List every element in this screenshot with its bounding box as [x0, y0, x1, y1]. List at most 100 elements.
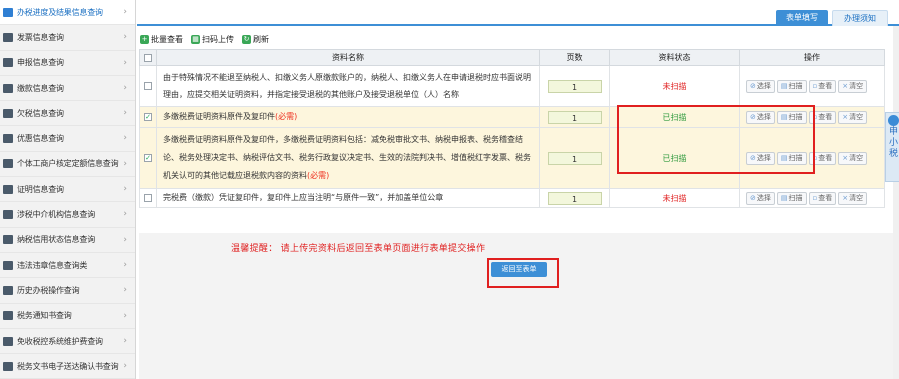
back-button-highlight-box	[487, 258, 559, 288]
chevron-right-icon: ›	[123, 234, 127, 245]
sidebar-item-business-query[interactable]: 个体工商户核定定额信息查询 ›	[0, 152, 135, 178]
sidebar-item-declare-query[interactable]: 申报信息查询 ›	[0, 51, 135, 76]
view-label: 查看	[818, 153, 833, 162]
chevron-right-icon: ›	[123, 57, 127, 68]
view-button[interactable]: ▫查看	[808, 79, 837, 93]
scan-button[interactable]: ▤扫描	[776, 191, 807, 205]
scan-upload-button[interactable]: ▦ 扫码上传	[191, 34, 234, 45]
chevron-right-icon: ›	[123, 209, 127, 220]
row-actions: ⊘选择 ▤扫描 ▫查看 ×清空	[739, 188, 885, 208]
scanner-icon: ▤	[780, 81, 788, 90]
declare-icon	[3, 58, 13, 68]
material-name: 完税费（缴款）凭证复印件，复印件上应当注明“与原件一致”，并加盖单位公章	[163, 193, 444, 202]
chevron-right-icon: ›	[123, 82, 127, 93]
discount-icon	[3, 134, 13, 144]
view-label: 查看	[818, 81, 833, 90]
maintenance-icon	[3, 336, 13, 346]
refresh-button[interactable]: ↻ 刷新	[242, 34, 269, 45]
paperclip-icon: ⊘	[750, 81, 756, 90]
chevron-right-icon: ›	[123, 285, 127, 296]
batch-view-button[interactable]: + 批量查看	[140, 34, 183, 45]
plus-icon: +	[140, 34, 149, 44]
arrears-icon	[3, 108, 13, 118]
chevron-right-icon: ›	[123, 32, 127, 43]
sidebar-item-discount-query[interactable]: 优惠信息查询 ›	[0, 126, 135, 152]
sidebar-item-arrears-query[interactable]: 欠税信息查询 ›	[0, 101, 135, 127]
pages-field[interactable]: 1	[547, 79, 602, 93]
table-row: 由于特殊情况不能退至纳税人、扣缴义务人原缴款账户的，纳税人、扣缴义务人在申请退税…	[139, 65, 885, 107]
sidebar-item-label: 申报信息查询	[17, 58, 64, 68]
clear-button[interactable]: ×清空	[838, 79, 868, 93]
certificate-icon	[3, 184, 13, 194]
row-checkbox[interactable]	[144, 194, 152, 202]
view-button[interactable]: ▫查看	[808, 191, 837, 205]
scan-upload-label: 扫码上传	[202, 34, 234, 44]
scan-label: 扫描	[788, 193, 803, 202]
notice-icon	[3, 311, 13, 321]
row-checkbox[interactable]	[144, 82, 152, 90]
sidebar-item-label: 税务通知书查询	[17, 311, 72, 321]
row-actions: ⊘选择 ▤扫描 ▫查看 ×清空	[739, 65, 885, 107]
select-button[interactable]: ⊘选择	[746, 191, 775, 205]
sidebar-item-label: 税务文书电子送达确认书查询	[17, 361, 119, 371]
sidebar-item-label: 欠税信息查询	[17, 108, 64, 118]
scan-button[interactable]: ▤扫描	[776, 79, 807, 93]
qrcode-icon: ▦	[191, 34, 200, 44]
sidebar-item-label: 办税进度及结果信息查询	[17, 7, 103, 17]
select-button[interactable]: ⊘选择	[746, 79, 775, 93]
table-row: 完税费（缴款）凭证复印件，复印件上应当注明“与原件一致”，并加盖单位公章 1 未…	[139, 188, 885, 208]
tab-instructions[interactable]: 办理须知	[832, 10, 888, 26]
tab-form-fill[interactable]: 表单填写	[776, 10, 828, 26]
clear-button[interactable]: ×清空	[838, 191, 868, 205]
credit-icon	[3, 235, 13, 245]
sidebar-item-document-query[interactable]: 税务文书电子送达确认书查询 ›	[0, 354, 135, 379]
sidebar-item-progress-query[interactable]: 办税进度及结果信息查询 ›	[0, 0, 135, 26]
status-highlight-box	[617, 105, 815, 174]
material-name: 多缴税费证明资料原件及复印件，多缴税费证明资料包括：减免税审批文书、纳税申报表、…	[163, 135, 531, 180]
select-all-checkbox[interactable]	[144, 53, 152, 62]
progress-icon	[3, 7, 13, 17]
chevron-right-icon: ›	[123, 108, 127, 119]
paperclip-icon: ⊘	[750, 193, 756, 202]
document-icon	[3, 361, 13, 371]
sidebar-item-history-query[interactable]: 历史办税操作查询 ›	[0, 278, 135, 304]
payment-icon	[3, 83, 13, 93]
required-tag: (必需)	[307, 171, 330, 180]
assistant-avatar-icon	[888, 115, 899, 126]
sidebar-item-label: 优惠信息查询	[17, 134, 64, 144]
chevron-right-icon: ›	[123, 335, 127, 346]
sidebar-item-agency-query[interactable]: 涉税中介机构信息查询 ›	[0, 202, 135, 228]
sidebar-item-notice-query[interactable]: 税务通知书查询 ›	[0, 304, 135, 329]
assistant-label: 申小税	[888, 127, 898, 159]
sidebar-item-certificate-query[interactable]: 证明信息查询 ›	[0, 177, 135, 203]
pages-field[interactable]: 1	[547, 110, 602, 124]
row-checkbox[interactable]: ✓	[144, 113, 152, 121]
sidebar-item-invoice-query[interactable]: 发票信息查询 ›	[0, 25, 135, 51]
history-icon	[3, 285, 13, 295]
agency-icon	[3, 210, 13, 220]
refresh-icon: ↻	[242, 34, 251, 44]
chevron-right-icon: ›	[123, 184, 127, 195]
sidebar-item-payment-query[interactable]: 缴款信息查询 ›	[0, 76, 135, 102]
pages-field[interactable]: 1	[547, 191, 602, 205]
header-status: 资料状态	[609, 49, 740, 66]
tab-bar: 表单填写 办理须知	[137, 0, 899, 26]
status-text: 未扫描	[662, 193, 687, 203]
content-footer-area	[139, 233, 899, 379]
assistant-helper[interactable]: 申小税	[885, 112, 899, 182]
view-label: 查看	[818, 193, 833, 202]
sidebar-item-credit-query[interactable]: 纳税信用状态信息查询 ›	[0, 228, 135, 253]
pages-field[interactable]: 1	[547, 151, 602, 165]
row-checkbox[interactable]: ✓	[144, 154, 152, 162]
scrollbar[interactable]	[893, 26, 899, 379]
clear-button[interactable]: ×清空	[838, 110, 868, 124]
chevron-right-icon: ›	[123, 310, 127, 321]
batch-view-label: 批量查看	[151, 34, 183, 44]
sidebar-item-label: 证明信息查询	[17, 184, 64, 194]
sidebar-item-label: 发票信息查询	[17, 32, 64, 42]
clear-button[interactable]: ×清空	[838, 151, 868, 165]
business-icon	[3, 159, 13, 169]
sidebar-item-label: 免收税控系统维护费查询	[17, 336, 103, 346]
sidebar-item-maintenance-query[interactable]: 免收税控系统维护费查询 ›	[0, 329, 135, 355]
sidebar-item-violation-query[interactable]: 违法违章信息查询类 ›	[0, 253, 135, 279]
